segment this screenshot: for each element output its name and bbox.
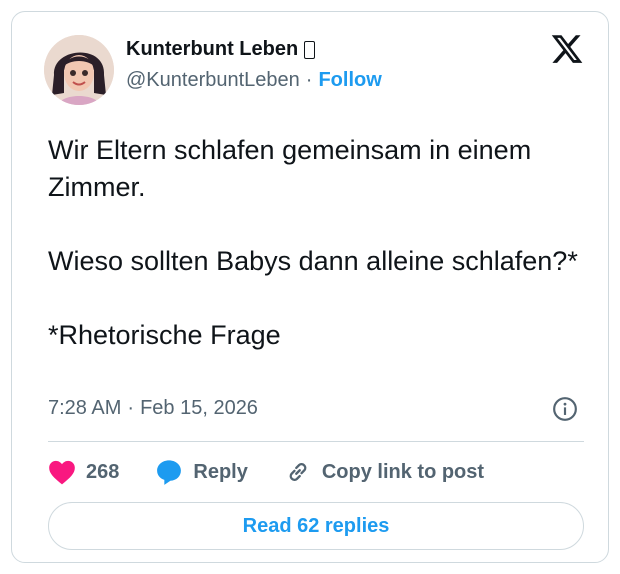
read-replies-button[interactable]: Read 62 replies: [48, 502, 584, 550]
reply-label: Reply: [193, 460, 248, 483]
info-icon[interactable]: [552, 396, 578, 422]
author-name-row[interactable]: Kunterbunt Leben: [126, 38, 316, 61]
author-handle[interactable]: @KunterbuntLeben: [126, 69, 300, 92]
avatar[interactable]: [44, 35, 114, 105]
heart-icon: [49, 460, 75, 485]
author-handle-row: @KunterbuntLeben · Follow: [126, 69, 382, 92]
emoji-placeholder-icon: [304, 40, 316, 59]
like-button[interactable]: 268: [48, 459, 119, 485]
tweet-date: Feb 15, 2026: [140, 397, 258, 419]
reply-button[interactable]: Reply: [155, 458, 248, 486]
tweet-timestamp[interactable]: 7:28 AM · Feb 15, 2026: [48, 397, 258, 420]
tweet-time: 7:28 AM: [48, 397, 122, 419]
follow-button[interactable]: Follow: [318, 69, 381, 92]
tweet-card: Kunterbunt Leben @KunterbuntLeben · Foll…: [11, 11, 609, 563]
tweet-text: Wir Eltern schlafen gemeinsam in einem Z…: [48, 135, 578, 350]
like-count: 268: [86, 460, 120, 483]
divider: [48, 441, 584, 442]
reply-bubble-icon: [157, 460, 182, 485]
author-display-name[interactable]: Kunterbunt Leben: [126, 38, 298, 61]
timestamp-separator: ·: [127, 397, 135, 419]
x-logo-icon[interactable]: [550, 32, 584, 66]
handle-separator: ·: [305, 69, 313, 91]
copy-link-label: Copy link to post: [321, 460, 485, 483]
copy-link-button[interactable]: Copy link to post: [284, 458, 484, 486]
action-bar: 268 Reply Copy link to post: [48, 455, 520, 489]
link-icon: [289, 463, 307, 481]
